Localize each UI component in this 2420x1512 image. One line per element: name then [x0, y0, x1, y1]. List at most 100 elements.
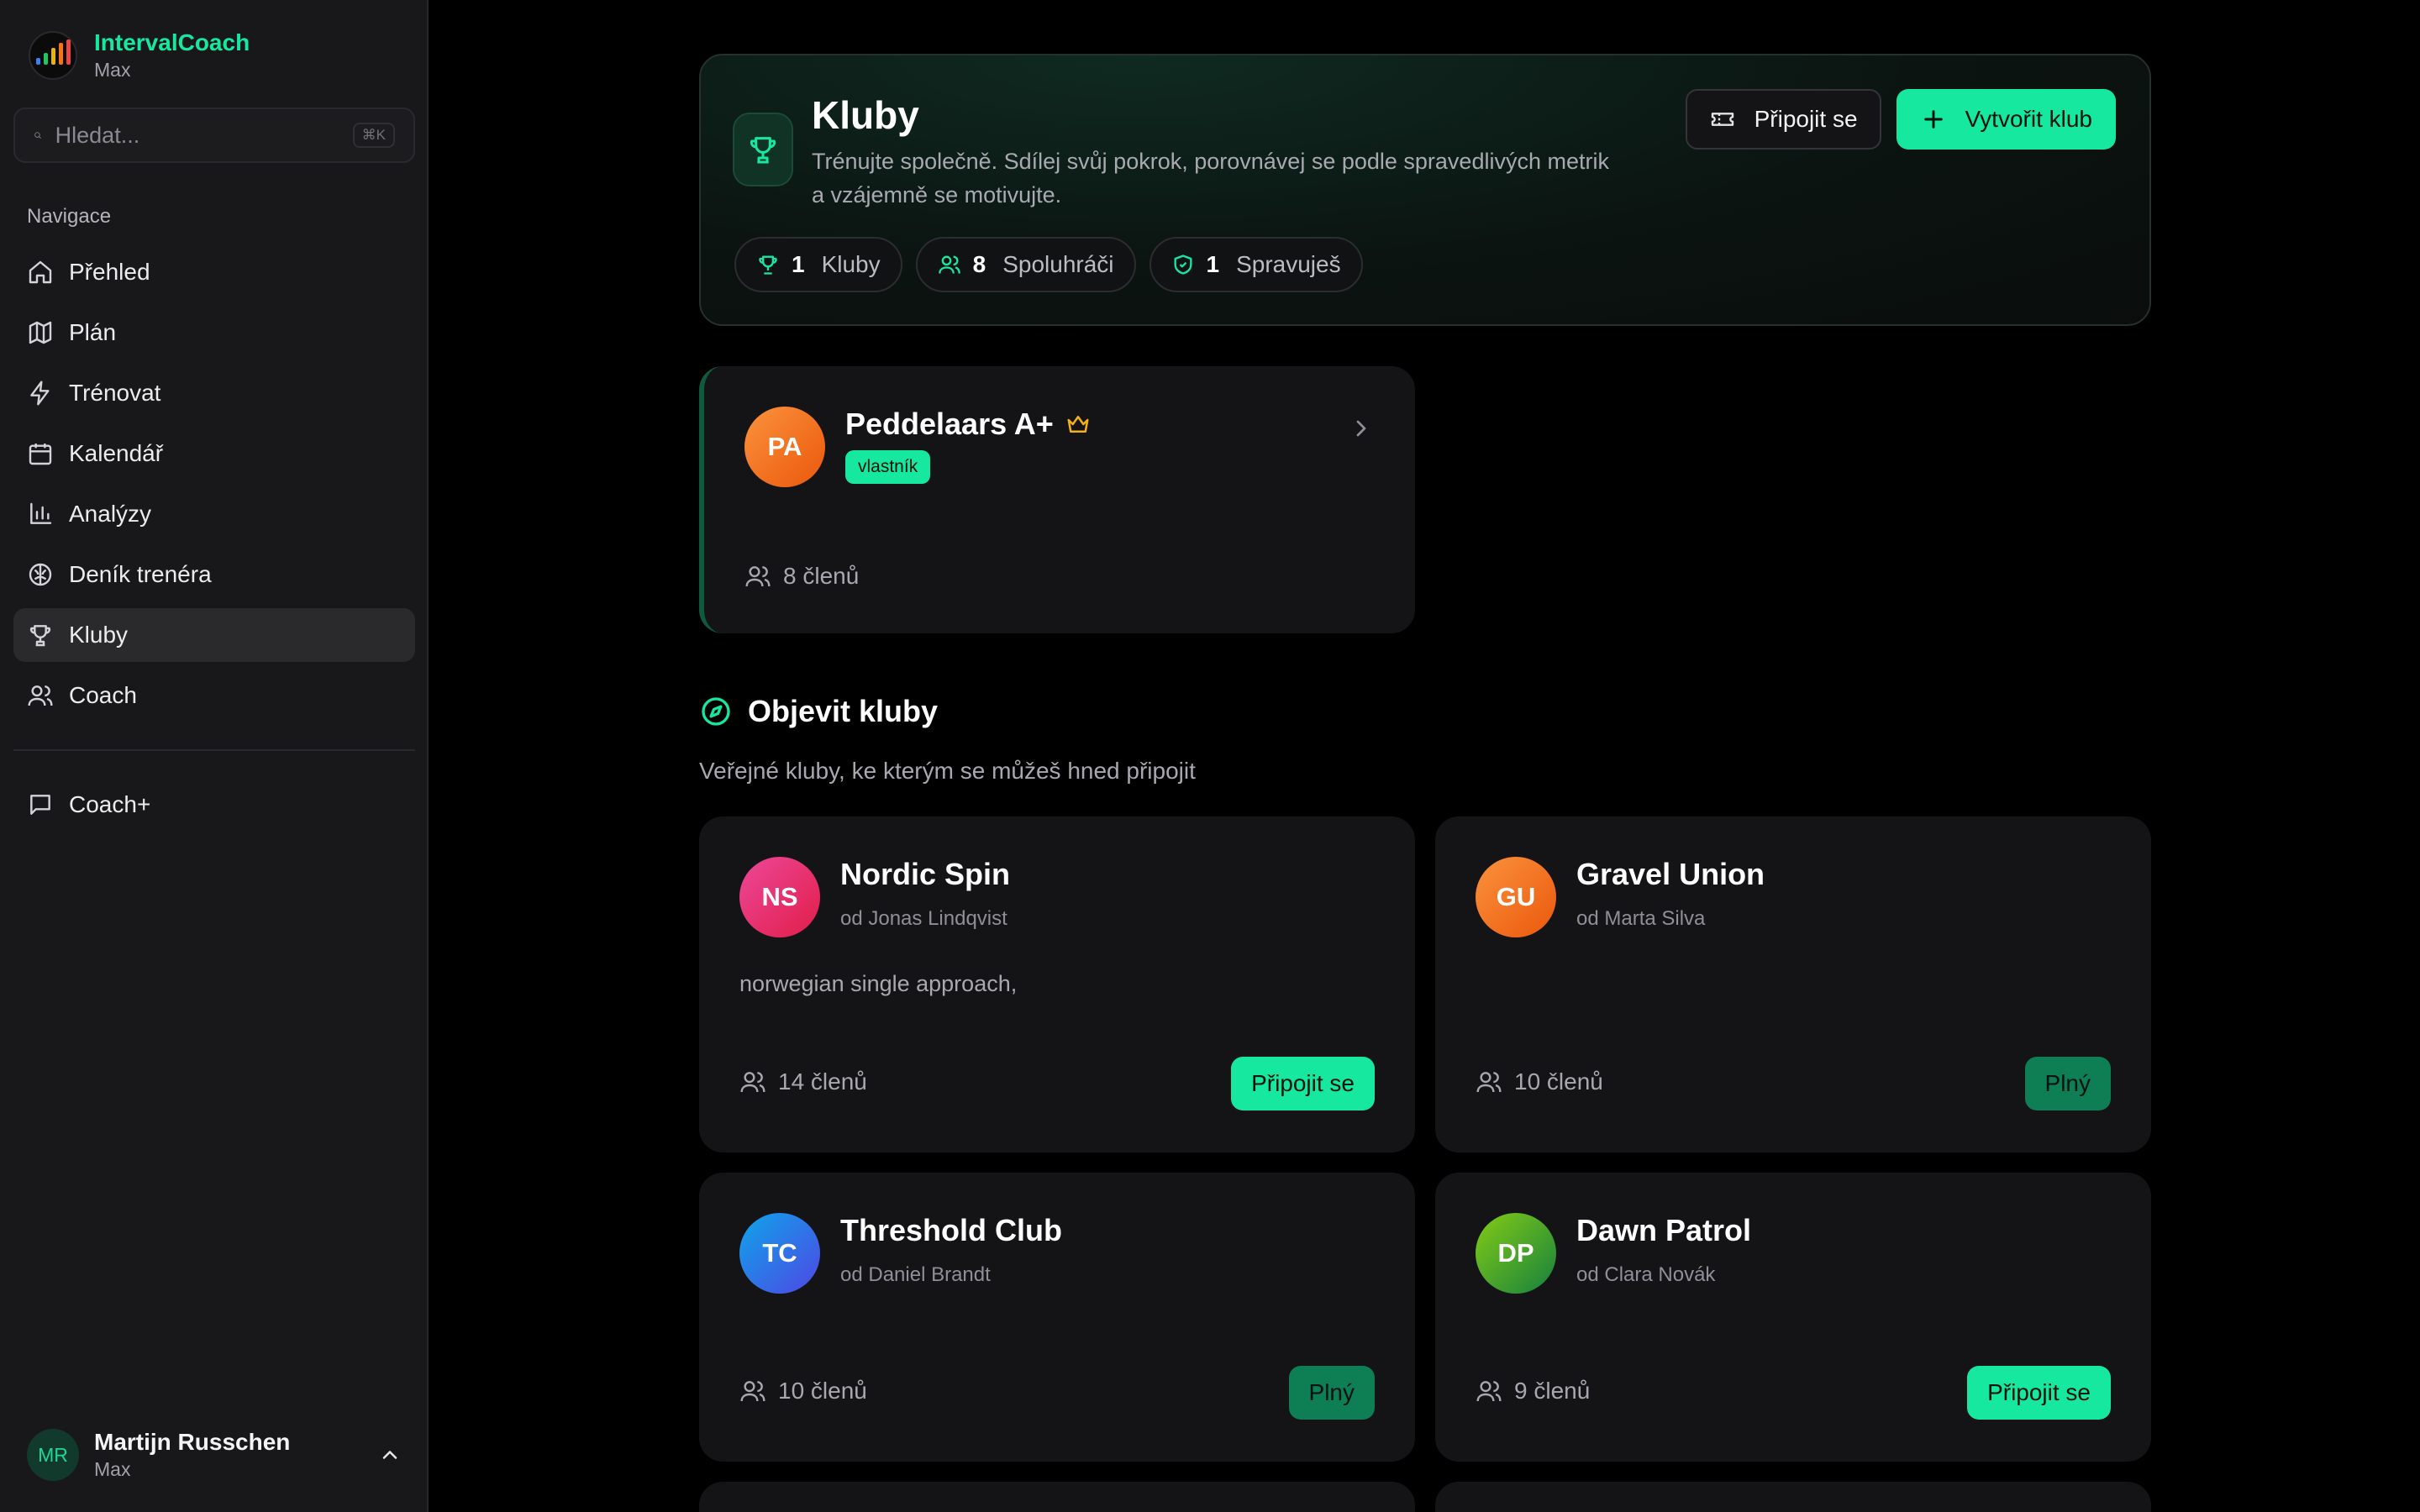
user-name: Martijn Russchen — [94, 1429, 291, 1455]
club-name: Nordic Spin — [840, 857, 1011, 891]
secondary-nav: Coach+ — [13, 778, 415, 838]
join-club-button[interactable]: Připojit se — [1685, 89, 1881, 150]
map-icon — [29, 321, 52, 344]
member-count: 9 členů — [1476, 1378, 1590, 1404]
trophy-icon — [750, 137, 776, 164]
stat-label: Spravuješ — [1236, 251, 1341, 277]
nav-item-kalendar[interactable]: Kalendář — [13, 427, 415, 480]
brain-icon — [29, 563, 52, 586]
nav-title: Navigace — [27, 205, 112, 228]
club-avatar: TC — [739, 1213, 820, 1294]
crown-icon — [1067, 416, 1089, 433]
member-count-label: 8 členů — [783, 563, 860, 589]
search-shortcut: ⌘K — [352, 123, 395, 148]
users-icon — [740, 1381, 765, 1402]
users-icon — [745, 566, 771, 587]
users-icon — [938, 255, 960, 274]
stat-label: Spoluhráči — [1002, 251, 1114, 277]
sidebar: IntervalCoach Max ⌘K Navigace Přehled Pl… — [0, 0, 429, 1512]
club-card-partial[interactable] — [1435, 1482, 2151, 1512]
hero-trophy-badge — [733, 113, 793, 186]
nav-item-label: Coach — [69, 682, 137, 708]
club-name: Threshold Club — [840, 1213, 1062, 1247]
discover-title-text: Objevit kluby — [748, 694, 939, 728]
member-count-label: 9 členů — [1514, 1378, 1591, 1404]
club-card[interactable]: TC Threshold Club od Daniel Brandt 10 čl… — [699, 1173, 1415, 1462]
nav-item-prehled[interactable]: Přehled — [13, 245, 415, 299]
create-club-label: Vytvořit klub — [1965, 106, 2092, 132]
search-input[interactable] — [55, 122, 353, 149]
discover-title: Objevit kluby — [699, 694, 938, 729]
users-icon — [740, 1072, 765, 1093]
app-name: IntervalCoach — [94, 29, 250, 55]
nav-item-label: Analýzy — [69, 501, 152, 527]
nav-item-label: Deník trenéra — [69, 561, 212, 587]
nav-item-label: Trénovat — [69, 380, 161, 406]
calendar-icon — [29, 444, 52, 465]
chevron-right-icon[interactable] — [1348, 415, 1375, 442]
member-count: 14 členů — [739, 1068, 867, 1095]
trophy-icon — [759, 255, 777, 275]
club-owner: od Jonas Lindqvist — [840, 907, 1007, 930]
member-count-label: 10 členů — [778, 1378, 867, 1404]
avatar: MR — [27, 1429, 79, 1481]
clubs-hero: Kluby Trénujte společně. Sdílej svůj pok… — [699, 54, 2151, 326]
club-name-row: Peddelaars A+ — [845, 407, 1091, 442]
club-avatar: NS — [739, 857, 820, 937]
nav-item-label: Plán — [69, 319, 117, 345]
join-button[interactable]: Připojit se — [1231, 1057, 1375, 1110]
logo-icon — [29, 31, 77, 80]
users-icon — [1476, 1072, 1502, 1093]
member-count-label: 14 členů — [778, 1068, 867, 1095]
nav-item-denik-trenera[interactable]: Deník trenéra — [13, 548, 415, 601]
club-avatar: PA — [744, 407, 825, 487]
bar-chart-icon — [30, 502, 52, 524]
join-button[interactable]: Připojit se — [1967, 1366, 2111, 1420]
club-avatar: DP — [1476, 1213, 1556, 1294]
create-club-button[interactable]: Vytvořit klub — [1896, 89, 2116, 150]
member-count: 8 členů — [744, 563, 859, 590]
club-avatar: GU — [1476, 857, 1556, 937]
nav-item-analyzy[interactable]: Analýzy — [13, 487, 415, 541]
nav-item-kluby[interactable]: Kluby — [13, 608, 415, 662]
ticket-icon — [1711, 113, 1733, 126]
member-count: 10 členů — [1476, 1068, 1603, 1095]
user-subtitle: Max — [94, 1458, 131, 1480]
stat-teammates: 8 Spoluhráči — [915, 237, 1136, 292]
nav-item-plan[interactable]: Plán — [13, 306, 415, 360]
search-icon — [34, 132, 41, 139]
chat-icon — [30, 795, 50, 815]
nav-item-coach[interactable]: Coach — [13, 669, 415, 722]
home-icon — [29, 260, 52, 284]
club-name: Gravel Union — [1576, 857, 1765, 891]
nav-item-label: Coach+ — [69, 791, 151, 817]
nav-item-label: Kluby — [69, 622, 129, 648]
nav-item-coach-plus[interactable]: Coach+ — [13, 778, 415, 832]
user-menu[interactable]: MR Martijn Russchen Max — [27, 1428, 402, 1482]
bolt-icon — [30, 381, 50, 406]
chevron-up-icon[interactable] — [378, 1443, 402, 1467]
club-card[interactable]: NS Nordic Spin od Jonas Lindqvist norweg… — [699, 816, 1415, 1152]
nav-list: Přehled Plán Trénovat Kalendář Analýzy D… — [13, 245, 415, 729]
club-owner: od Clara Novák — [1576, 1263, 1716, 1286]
stat-clubs: 1 Kluby — [734, 237, 902, 292]
club-card[interactable]: DP Dawn Patrol od Clara Novák 9 členů Př… — [1435, 1173, 2151, 1462]
member-count-label: 10 členů — [1514, 1068, 1603, 1095]
club-card[interactable]: GU Gravel Union od Marta Silva 10 členů … — [1435, 816, 2151, 1152]
club-owner: od Marta Silva — [1576, 907, 1706, 930]
page-description: Trénujte společně. Sdílej svůj pokrok, p… — [812, 149, 1609, 207]
stat-value: 1 — [792, 251, 805, 277]
nav-item-label: Kalendář — [69, 440, 164, 466]
page-title: Kluby — [812, 93, 919, 137]
users-icon — [28, 685, 53, 706]
my-club-card[interactable]: PA Peddelaars A+ vlastník 8 členů — [699, 366, 1415, 633]
member-count: 10 členů — [739, 1378, 867, 1404]
club-card-partial[interactable] — [699, 1482, 1415, 1512]
stat-value: 1 — [1206, 251, 1220, 277]
plus-icon — [1923, 110, 1943, 129]
search-box[interactable]: ⌘K — [13, 108, 415, 163]
join-club-label: Připojit se — [1754, 106, 1858, 132]
nav-item-trenovat[interactable]: Trénovat — [13, 366, 415, 420]
brand[interactable]: IntervalCoach Max — [29, 29, 250, 82]
users-icon — [1476, 1381, 1502, 1402]
